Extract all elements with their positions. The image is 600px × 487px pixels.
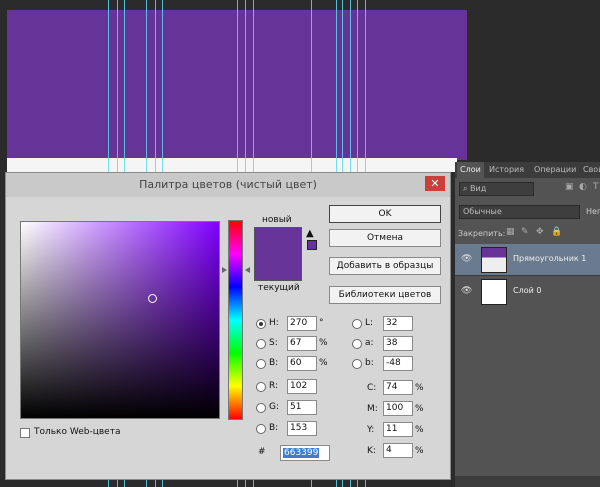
layer-thumbnail bbox=[481, 279, 507, 305]
opacity-label: Непрозр.: bbox=[586, 207, 600, 216]
field-k-label: K: bbox=[367, 446, 376, 456]
saturation-brightness-field[interactable] bbox=[20, 221, 220, 419]
field-c-unit: % bbox=[415, 383, 424, 393]
field-a-input[interactable]: 38 bbox=[383, 336, 413, 351]
hue-slider-arrow-right[interactable] bbox=[245, 267, 250, 273]
lock-position-icon[interactable]: ✥ bbox=[536, 227, 544, 237]
hue-slider-arrow-left[interactable] bbox=[222, 267, 227, 273]
radio-r[interactable] bbox=[256, 382, 266, 392]
field-h-input[interactable]: 270 bbox=[287, 316, 317, 331]
field-l-input[interactable]: 32 bbox=[383, 316, 413, 331]
adjustment-filter-icon[interactable]: ◐ bbox=[579, 182, 587, 192]
lock-pixels-icon[interactable]: ✎ bbox=[521, 227, 529, 237]
field-b-label: B: bbox=[269, 358, 279, 368]
hex-input[interactable]: 663399 bbox=[280, 445, 330, 461]
field-k-unit: % bbox=[415, 446, 424, 456]
field-s-label: S: bbox=[269, 338, 278, 348]
dialog-titlebar[interactable]: Палитра цветов (чистый цвет) ✕ bbox=[6, 173, 450, 197]
current-color-swatch[interactable] bbox=[254, 254, 302, 281]
field-s-input[interactable]: 67 bbox=[287, 336, 317, 351]
field-c-label: C: bbox=[367, 383, 377, 393]
radio-s[interactable] bbox=[256, 339, 266, 349]
field-y-input[interactable]: 11 bbox=[383, 422, 413, 437]
field-l-label: L: bbox=[365, 318, 374, 328]
gamut-warning-icon[interactable]: ▲ bbox=[306, 228, 314, 239]
field-b-lab-input[interactable]: -48 bbox=[383, 356, 413, 371]
field-m-label: M: bbox=[367, 404, 378, 414]
layers-panel: Слои История Операции Свойства ⌕ Вид ▣ ◐… bbox=[455, 162, 600, 487]
visibility-eye-icon[interactable]: 👁 bbox=[461, 286, 472, 296]
field-c-input[interactable]: 74 bbox=[383, 380, 413, 395]
radio-b2[interactable] bbox=[256, 424, 266, 434]
search-icon: ⌕ bbox=[463, 184, 471, 193]
blend-mode-value: Обычные bbox=[463, 207, 502, 216]
field-r-label: R: bbox=[269, 381, 279, 391]
new-color-label: новый bbox=[262, 215, 292, 225]
field-b-unit: % bbox=[319, 358, 328, 368]
color-picker-dialog: Палитра цветов (чистый цвет) ✕ новый тек… bbox=[5, 172, 451, 480]
radio-l[interactable] bbox=[352, 319, 362, 329]
radio-g[interactable] bbox=[256, 403, 266, 413]
radio-a[interactable] bbox=[352, 339, 362, 349]
ok-button[interactable]: OK bbox=[329, 205, 441, 223]
blend-mode-select[interactable]: Обычные bbox=[459, 205, 580, 219]
web-safe-warning-icon[interactable] bbox=[307, 240, 317, 250]
image-filter-icon[interactable]: ▣ bbox=[565, 182, 574, 192]
close-button[interactable]: ✕ bbox=[425, 176, 445, 191]
tab-layers[interactable]: Слои bbox=[457, 162, 484, 178]
layer-filter-select[interactable]: ⌕ Вид bbox=[459, 182, 534, 196]
field-b-lab-label: b: bbox=[365, 358, 374, 368]
radio-b[interactable] bbox=[256, 359, 266, 369]
layer-thumbnail bbox=[481, 247, 507, 273]
field-b2-input[interactable]: 153 bbox=[287, 421, 317, 436]
web-colors-only-label: Только Web-цвета bbox=[34, 427, 121, 437]
add-to-swatches-button[interactable]: Добавить в образцы bbox=[329, 257, 441, 275]
current-color-label: текущий bbox=[258, 283, 300, 293]
cancel-button[interactable]: Отмена bbox=[329, 229, 441, 247]
field-g-input[interactable]: 51 bbox=[287, 400, 317, 415]
web-colors-only-checkbox[interactable] bbox=[20, 428, 30, 438]
layer-name: Прямоугольник 1 bbox=[513, 254, 587, 263]
layer-name: Слой 0 bbox=[513, 286, 542, 295]
field-b2-label: B: bbox=[269, 423, 279, 433]
field-b-input[interactable]: 60 bbox=[287, 356, 317, 371]
hex-label: # bbox=[258, 447, 266, 457]
panel-bottom-toolbar bbox=[455, 476, 600, 487]
field-y-unit: % bbox=[415, 425, 424, 435]
tab-actions[interactable]: Операции bbox=[531, 162, 579, 178]
field-h-unit: ° bbox=[319, 318, 324, 328]
lock-label: Закрепить: bbox=[458, 229, 506, 238]
field-m-input[interactable]: 100 bbox=[383, 401, 413, 416]
field-a-label: a: bbox=[365, 338, 374, 348]
field-m-unit: % bbox=[415, 404, 424, 414]
lock-all-icon[interactable]: 🔒 bbox=[551, 227, 562, 237]
canvas-background-strip bbox=[7, 158, 457, 172]
visibility-eye-icon[interactable]: 👁 bbox=[461, 254, 472, 264]
panel-tabs: Слои История Операции Свойства bbox=[455, 162, 600, 178]
layer-row-layer-0[interactable]: 👁 Слой 0 bbox=[455, 275, 600, 307]
hue-slider[interactable] bbox=[228, 220, 243, 420]
color-cursor[interactable] bbox=[148, 294, 157, 303]
lock-transparent-icon[interactable]: ▦ bbox=[506, 227, 515, 237]
field-s-unit: % bbox=[319, 338, 328, 348]
radio-h[interactable] bbox=[256, 319, 266, 329]
tab-history[interactable]: История bbox=[486, 162, 527, 178]
field-y-label: Y: bbox=[367, 425, 375, 435]
new-color-swatch bbox=[254, 227, 302, 255]
field-g-label: G: bbox=[269, 402, 280, 412]
dialog-title: Палитра цветов (чистый цвет) bbox=[139, 178, 317, 191]
hex-value: 663399 bbox=[283, 448, 320, 458]
field-k-input[interactable]: 4 bbox=[383, 443, 413, 458]
type-filter-icon[interactable]: T bbox=[593, 182, 599, 192]
tab-properties[interactable]: Свойства bbox=[580, 162, 600, 178]
radio-b-lab[interactable] bbox=[352, 359, 362, 369]
layer-row-rectangle-1[interactable]: 👁 Прямоугольник 1 bbox=[455, 244, 600, 275]
color-libraries-button[interactable]: Библиотеки цветов bbox=[329, 286, 441, 304]
field-r-input[interactable]: 102 bbox=[287, 379, 317, 394]
layer-filter-value: Вид bbox=[470, 184, 487, 193]
field-h-label: H: bbox=[269, 318, 279, 328]
